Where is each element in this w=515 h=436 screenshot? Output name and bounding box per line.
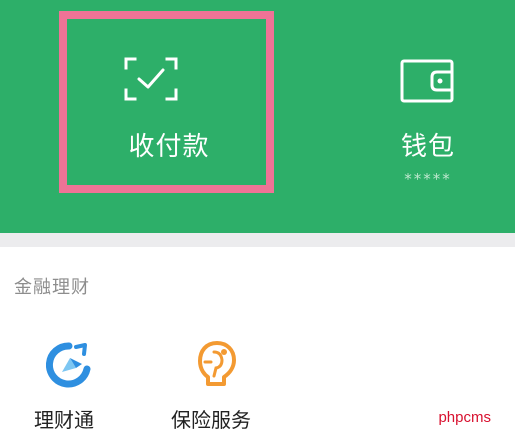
wallet-tile[interactable]: 钱包 *****: [348, 14, 508, 190]
insurance-icon: [198, 341, 236, 386]
licaitong-icon: [46, 342, 91, 388]
top-panel: 收付款 钱包 *****: [0, 0, 515, 233]
section-divider: [0, 233, 515, 247]
scan-check-icon: [124, 57, 178, 101]
wallet-icon: [400, 59, 454, 103]
watermark-text: phpcms: [438, 409, 491, 426]
finance-section-title: 金融理财: [14, 277, 90, 298]
wallet-label: 钱包: [400, 132, 455, 162]
pay-receive-tile[interactable]: 收付款: [64, 14, 271, 190]
service-insurance-label: 保险服务: [171, 408, 251, 432]
pay-receive-label: 收付款: [128, 132, 210, 162]
wallet-balance-mask: *****: [404, 170, 452, 188]
service-licaitong-label: 理财通: [34, 408, 94, 432]
